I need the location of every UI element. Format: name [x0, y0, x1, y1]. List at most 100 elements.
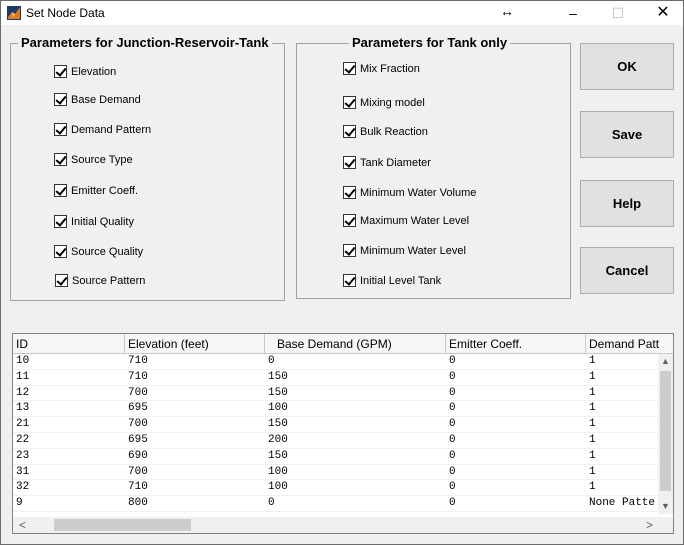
- vertical-scrollbar[interactable]: ▲ ▼: [658, 354, 673, 514]
- checkbox-checked-icon[interactable]: [343, 274, 356, 287]
- table-row[interactable]: 9 800 0 0 None Patte: [13, 496, 658, 512]
- table-row[interactable]: 23 690 150 0 1: [13, 449, 658, 465]
- cell-id[interactable]: 10: [13, 354, 29, 369]
- checkbox-minimum-water-level[interactable]: Minimum Water Level: [343, 244, 466, 257]
- cell-elevation[interactable]: 695: [125, 401, 148, 416]
- cell-elevation[interactable]: 700: [125, 465, 148, 480]
- cell-base-demand[interactable]: 100: [265, 480, 288, 495]
- checkbox-checked-icon[interactable]: [54, 245, 67, 258]
- cell-base-demand[interactable]: 150: [265, 386, 288, 401]
- cell-emitter-coeff[interactable]: 0: [446, 370, 456, 385]
- scroll-up-icon[interactable]: ▲: [658, 354, 673, 369]
- cell-elevation[interactable]: 710: [125, 480, 148, 495]
- checkbox-checked-icon[interactable]: [55, 274, 68, 287]
- checkbox-checked-icon[interactable]: [54, 184, 67, 197]
- scroll-right-icon[interactable]: >: [642, 517, 657, 533]
- cell-base-demand[interactable]: 150: [265, 449, 288, 464]
- checkbox-tank-diameter[interactable]: Tank Diameter: [343, 156, 431, 169]
- checkbox-mixing-model[interactable]: Mixing model: [343, 96, 425, 109]
- cell-emitter-coeff[interactable]: 0: [446, 449, 456, 464]
- cell-demand-pattern[interactable]: None Patte: [586, 496, 655, 511]
- table-row[interactable]: 21 700 150 0 1: [13, 417, 658, 433]
- cell-id[interactable]: 31: [13, 465, 29, 480]
- cell-id[interactable]: 9: [13, 496, 23, 511]
- cell-emitter-coeff[interactable]: 0: [446, 417, 456, 432]
- column-header-elevation[interactable]: Elevation (feet): [125, 334, 265, 354]
- cell-elevation[interactable]: 710: [125, 370, 148, 385]
- checkbox-minimum-water-volume[interactable]: Minimum Water Volume: [343, 186, 476, 199]
- cell-elevation[interactable]: 700: [125, 386, 148, 401]
- resize-arrows-icon[interactable]: ↔: [500, 3, 514, 19]
- cell-emitter-coeff[interactable]: 0: [446, 401, 456, 416]
- cell-base-demand[interactable]: 150: [265, 417, 288, 432]
- scroll-down-icon[interactable]: ▼: [658, 499, 673, 514]
- vertical-scroll-thumb[interactable]: [660, 371, 671, 491]
- cell-id[interactable]: 23: [13, 449, 29, 464]
- cell-elevation[interactable]: 690: [125, 449, 148, 464]
- table-row[interactable]: 11 710 150 0 1: [13, 370, 658, 386]
- checkbox-checked-icon[interactable]: [343, 186, 356, 199]
- checkbox-checked-icon[interactable]: [54, 65, 67, 78]
- checkbox-demand-pattern[interactable]: Demand Pattern: [54, 123, 151, 136]
- checkbox-checked-icon[interactable]: [54, 153, 67, 166]
- checkbox-emitter-coeff[interactable]: Emitter Coeff.: [54, 184, 138, 197]
- cell-base-demand[interactable]: 0: [265, 354, 275, 369]
- cell-base-demand[interactable]: 100: [265, 401, 288, 416]
- cell-demand-pattern[interactable]: 1: [586, 465, 596, 480]
- cell-emitter-coeff[interactable]: 0: [446, 496, 456, 511]
- horizontal-scroll-thumb[interactable]: [54, 519, 191, 531]
- scroll-left-icon[interactable]: <: [15, 517, 30, 533]
- cell-demand-pattern[interactable]: 1: [586, 480, 596, 495]
- cell-base-demand[interactable]: 0: [265, 496, 275, 511]
- table-row[interactable]: 13 695 100 0 1: [13, 401, 658, 418]
- cell-demand-pattern[interactable]: 1: [586, 354, 596, 369]
- column-header-id[interactable]: ID: [13, 334, 125, 354]
- cell-id[interactable]: 21: [13, 417, 29, 432]
- cell-base-demand[interactable]: 150: [265, 370, 288, 385]
- column-header-emitter-coeff[interactable]: Emitter Coeff.: [446, 334, 586, 354]
- checkbox-checked-icon[interactable]: [54, 93, 67, 106]
- help-button[interactable]: Help: [580, 180, 674, 227]
- checkbox-initial-level-tank[interactable]: Initial Level Tank: [343, 274, 441, 287]
- table-row[interactable]: 22 695 200 0 1: [13, 433, 658, 449]
- cell-id[interactable]: 32: [13, 480, 29, 495]
- cell-base-demand[interactable]: 200: [265, 433, 288, 448]
- cell-elevation[interactable]: 700: [125, 417, 148, 432]
- cell-base-demand[interactable]: 100: [265, 465, 288, 480]
- table-row[interactable]: 31 700 100 0 1: [13, 465, 658, 481]
- cell-demand-pattern[interactable]: 1: [586, 449, 596, 464]
- checkbox-bulk-reaction[interactable]: Bulk Reaction: [343, 125, 428, 138]
- cell-elevation[interactable]: 695: [125, 433, 148, 448]
- cell-demand-pattern[interactable]: 1: [586, 433, 596, 448]
- cell-id[interactable]: 22: [13, 433, 29, 448]
- checkbox-checked-icon[interactable]: [343, 62, 356, 75]
- cell-emitter-coeff[interactable]: 0: [446, 465, 456, 480]
- checkbox-source-quality[interactable]: Source Quality: [54, 245, 143, 258]
- column-header-base-demand[interactable]: Base Demand (GPM): [265, 334, 446, 354]
- cell-elevation[interactable]: 800: [125, 496, 148, 511]
- cell-emitter-coeff[interactable]: 0: [446, 433, 456, 448]
- cell-emitter-coeff[interactable]: 0: [446, 386, 456, 401]
- checkbox-checked-icon[interactable]: [343, 156, 356, 169]
- table-row[interactable]: 32 710 100 0 1: [13, 480, 658, 497]
- table-row[interactable]: 12 700 150 0 1: [13, 386, 658, 402]
- checkbox-mix-fraction[interactable]: Mix Fraction: [343, 62, 420, 75]
- cell-demand-pattern[interactable]: 1: [586, 401, 596, 416]
- checkbox-checked-icon[interactable]: [54, 215, 67, 228]
- cell-demand-pattern[interactable]: 1: [586, 386, 596, 401]
- cell-elevation[interactable]: 710: [125, 354, 148, 369]
- maximize-button[interactable]: ☐: [595, 1, 641, 25]
- checkbox-source-type[interactable]: Source Type: [54, 153, 133, 166]
- checkbox-checked-icon[interactable]: [343, 125, 356, 138]
- column-header-demand-pattern[interactable]: Demand Patt: [586, 334, 673, 354]
- checkbox-elevation[interactable]: Elevation: [54, 65, 116, 78]
- node-data-table[interactable]: ID Elevation (feet) Base Demand (GPM) Em…: [12, 333, 674, 534]
- cell-demand-pattern[interactable]: 1: [586, 417, 596, 432]
- cell-emitter-coeff[interactable]: 0: [446, 354, 456, 369]
- checkbox-base-demand[interactable]: Base Demand: [54, 93, 141, 106]
- cell-id[interactable]: 12: [13, 386, 29, 401]
- checkbox-checked-icon[interactable]: [343, 214, 356, 227]
- checkbox-source-pattern[interactable]: Source Pattern: [55, 274, 145, 287]
- checkbox-checked-icon[interactable]: [54, 123, 67, 136]
- horizontal-scrollbar[interactable]: < >: [13, 517, 673, 533]
